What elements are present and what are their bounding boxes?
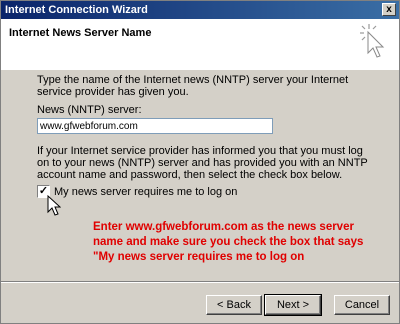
news-server-input[interactable]	[37, 118, 273, 134]
page-heading: Internet News Server Name	[9, 27, 152, 39]
back-button[interactable]: < Back	[206, 295, 262, 315]
cancel-button[interactable]: Cancel	[334, 295, 390, 315]
logon-required-label[interactable]: My news server requires me to log on	[54, 186, 237, 198]
logon-note-text: If your Internet service provider has in…	[37, 145, 368, 181]
title-bar: Internet Connection Wizard x	[1, 1, 399, 19]
close-button[interactable]: x	[382, 3, 396, 16]
header-divider	[1, 69, 399, 70]
mouse-pointer-icon	[47, 195, 61, 216]
wizard-cursor-icon	[360, 24, 385, 58]
wizard-window: Internet Connection Wizard x Internet Ne…	[0, 0, 400, 324]
wizard-header: Internet News Server Name	[1, 19, 399, 70]
window-title: Internet Connection Wizard	[5, 4, 148, 16]
next-button[interactable]: Next >	[264, 294, 322, 316]
intro-text: Type the name of the Internet news (NNTP…	[37, 74, 349, 98]
server-field-label: News (NNTP) server:	[37, 104, 142, 116]
instruction-annotation: Enter www.gfwebforum.com as the news ser…	[93, 221, 364, 263]
footer-divider	[1, 281, 399, 283]
